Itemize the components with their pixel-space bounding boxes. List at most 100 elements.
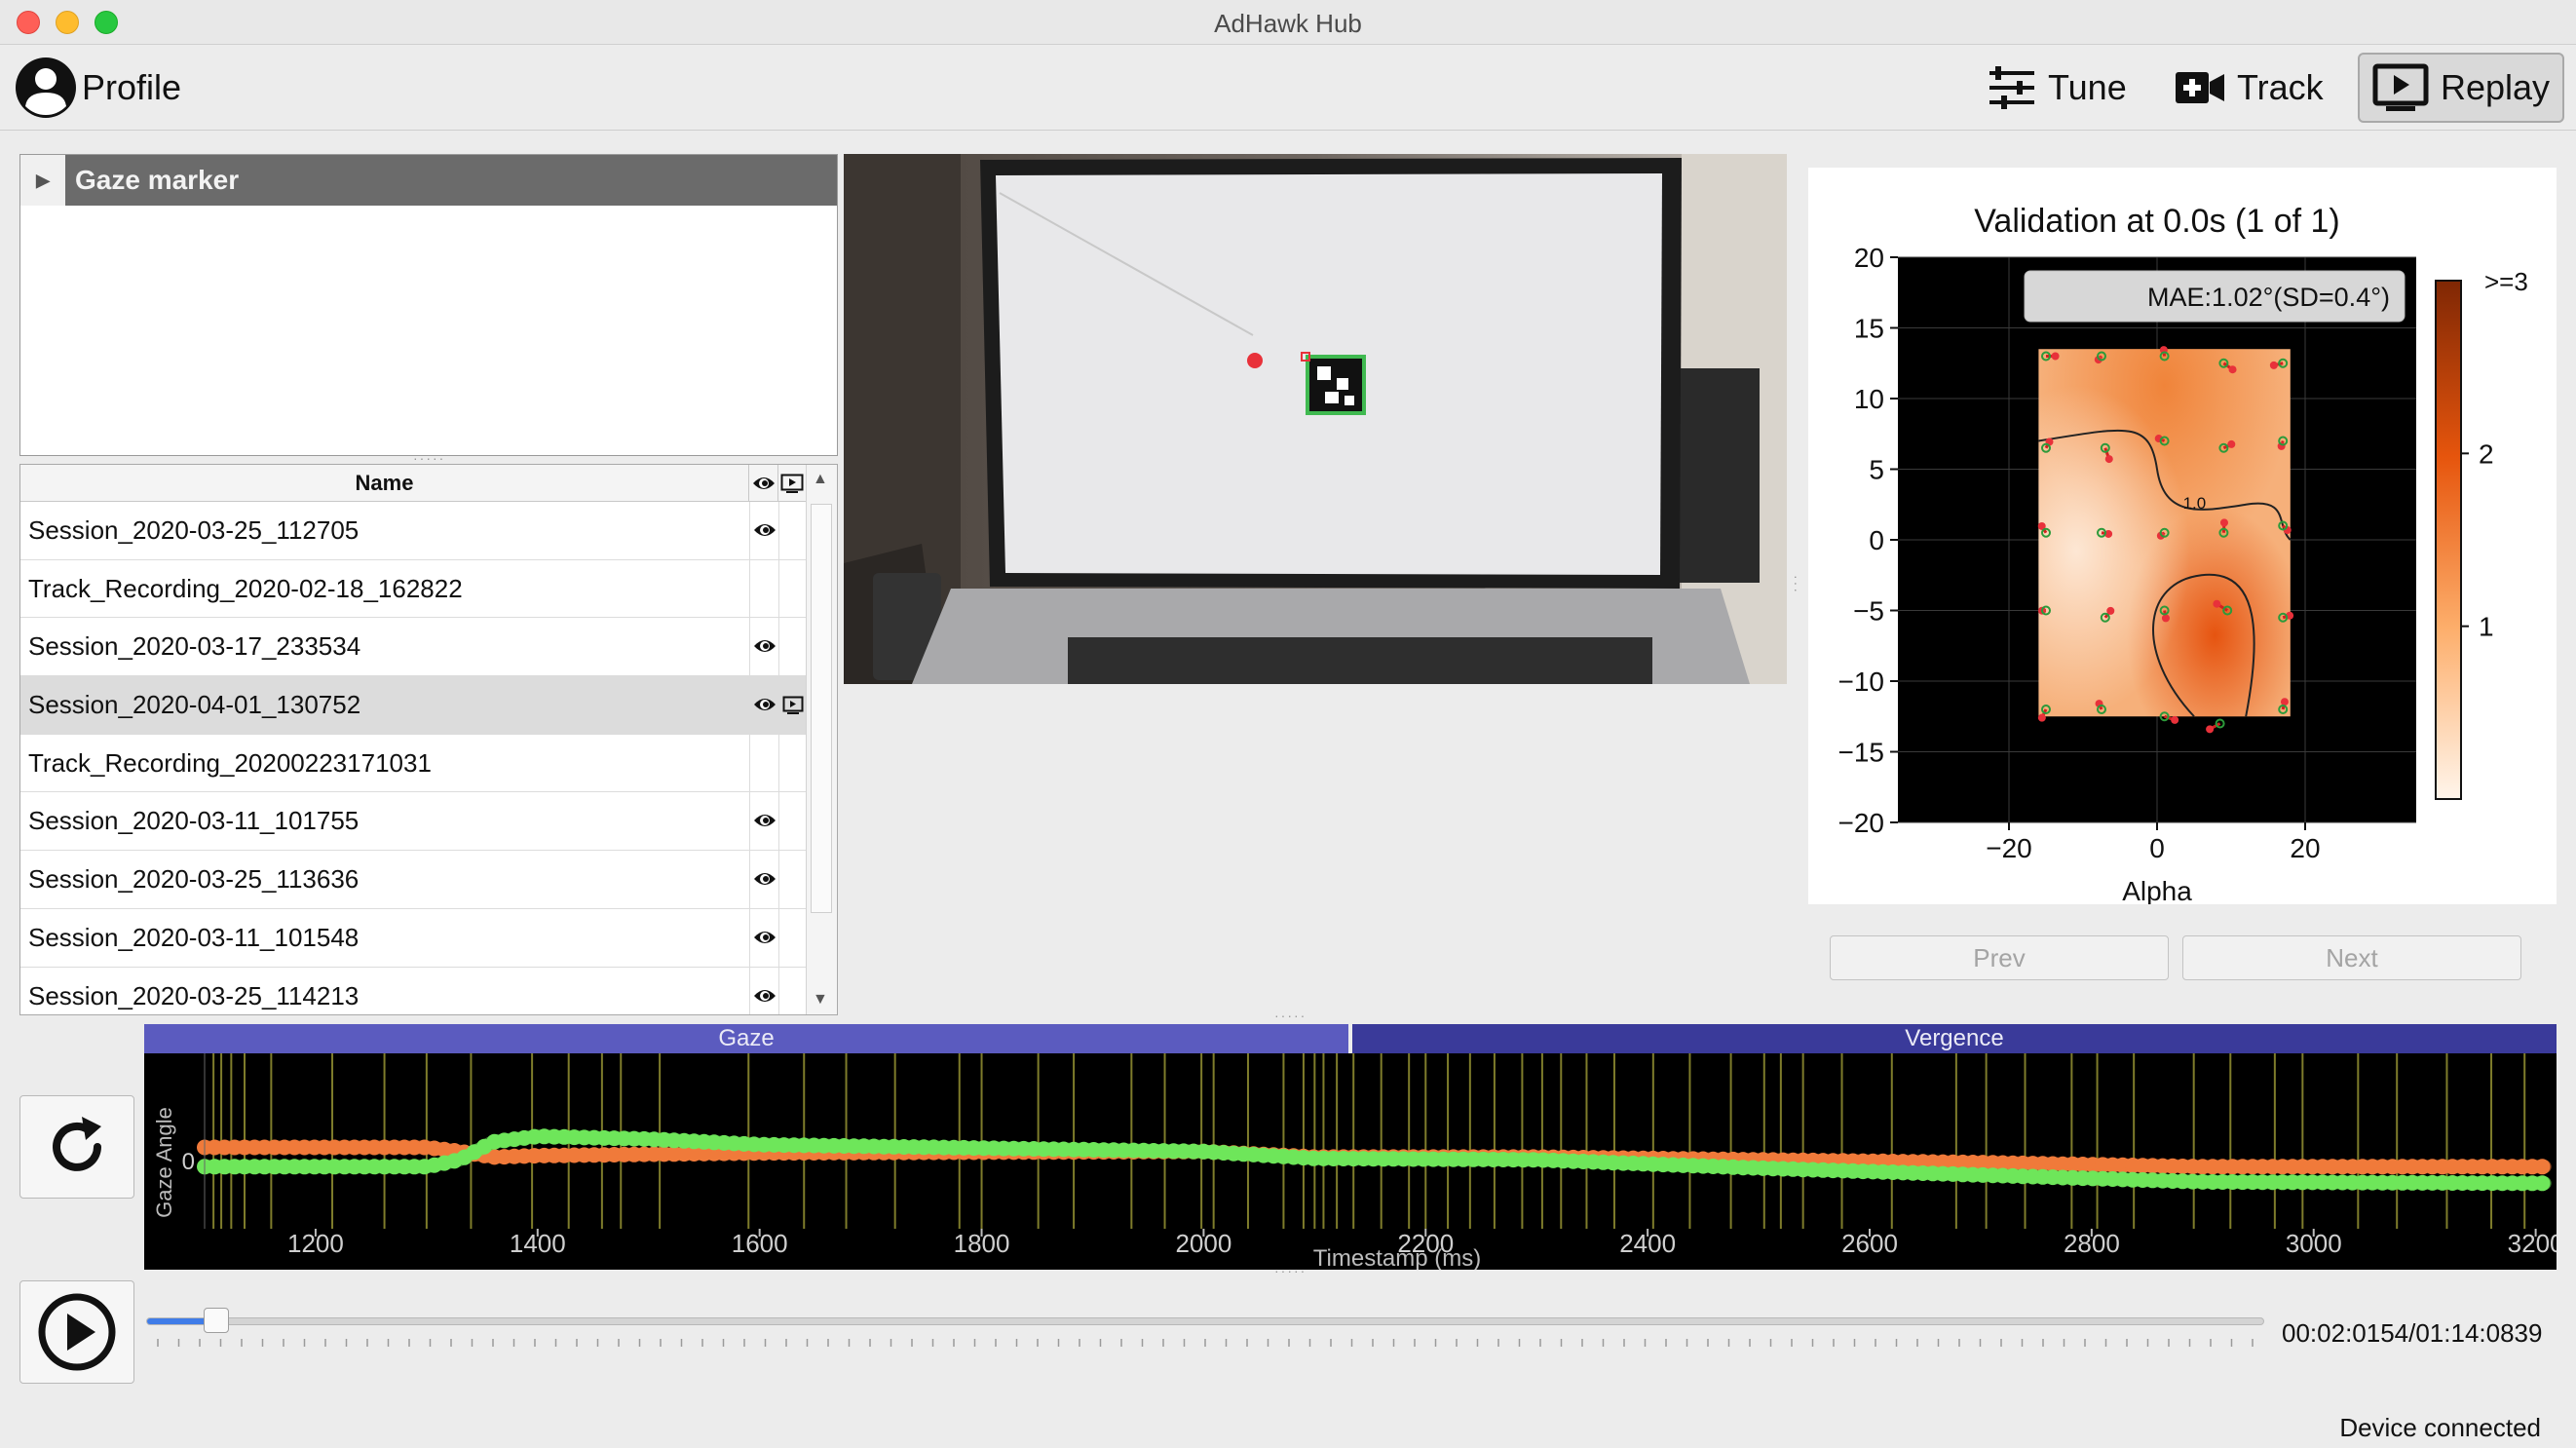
track-label: Track bbox=[2237, 67, 2324, 107]
column-header-eye[interactable] bbox=[749, 465, 778, 502]
session-name: Track_Recording_20200223171031 bbox=[28, 747, 432, 778]
table-row[interactable]: Session_2020-03-17_233534 bbox=[20, 618, 806, 677]
playback-slider-thumb[interactable] bbox=[203, 1308, 229, 1333]
splitter-handle[interactable]: ··· bbox=[1789, 575, 1804, 594]
table-row[interactable]: Session_2020-03-25_113636 bbox=[20, 851, 806, 909]
replay-button[interactable]: Replay bbox=[2358, 53, 2564, 123]
playback-time: 00:02:0154/01:14:0839 bbox=[2282, 1318, 2543, 1348]
table-row[interactable]: Track_Recording_2020-02-18_162822 bbox=[20, 559, 806, 619]
table-header: Name bbox=[20, 465, 806, 502]
y-tick-label: −20 bbox=[1838, 808, 1885, 838]
title-bar: AdHawk Hub bbox=[0, 0, 2576, 45]
y-tick-label: 15 bbox=[1854, 314, 1884, 344]
y-tick-label: −5 bbox=[1853, 596, 1884, 627]
x-tick-label: 3200 bbox=[2508, 1229, 2557, 1258]
y-tick-label: 0 bbox=[182, 1149, 195, 1175]
playback-slider-track[interactable] bbox=[146, 1317, 2264, 1325]
eye-icon[interactable] bbox=[753, 636, 777, 661]
replay-label: Replay bbox=[2440, 67, 2551, 107]
play-circle-icon bbox=[38, 1293, 116, 1371]
profile-label: Profile bbox=[82, 67, 182, 107]
tree-item-label: Gaze marker bbox=[75, 165, 240, 195]
table-row[interactable]: Session_2020-03-11_101755 bbox=[20, 792, 806, 852]
splitter-handle[interactable]: ····· bbox=[1274, 1008, 1307, 1023]
eye-icon[interactable] bbox=[753, 986, 777, 1010]
user-avatar-icon bbox=[16, 57, 76, 118]
sliders-icon bbox=[1989, 66, 2034, 109]
scrollbar-thumb[interactable] bbox=[811, 504, 832, 913]
data-point bbox=[2534, 1159, 2551, 1175]
data-point bbox=[2534, 1175, 2551, 1192]
video-add-icon bbox=[2176, 72, 2224, 103]
colorbar-top-label: >=3 bbox=[2484, 267, 2528, 296]
eye-icon[interactable] bbox=[753, 811, 777, 835]
column-header-replay[interactable] bbox=[778, 465, 806, 502]
validation-plot: Validation at 0.0s (1 of 1) 1.0 −20 0 20 2… bbox=[1838, 203, 2528, 906]
tree-item-gaze-marker[interactable]: ▶ Gaze marker bbox=[20, 155, 837, 206]
table-row[interactable]: Session_2020-03-11_101548 bbox=[20, 908, 806, 968]
colorbar-ticks: 12 bbox=[2461, 438, 2494, 642]
toolbar: Profile Tune Track Replay bbox=[0, 45, 2576, 131]
column-header-name[interactable]: Name bbox=[20, 465, 749, 502]
table-row[interactable]: Track_Recording_20200223171031 bbox=[20, 734, 806, 793]
eye-icon[interactable] bbox=[753, 869, 777, 894]
play-screen-icon[interactable] bbox=[782, 696, 804, 720]
x-tick-label: 1200 bbox=[287, 1229, 344, 1258]
scroll-up-arrow-icon[interactable]: ▲ bbox=[813, 471, 828, 488]
x-axis-ticks: −20 0 20 bbox=[1986, 822, 2321, 863]
next-validation-button[interactable]: Next bbox=[2182, 935, 2521, 980]
y-axis-label: Gaze Angle bbox=[152, 1107, 176, 1218]
colorbar bbox=[2435, 280, 2462, 800]
eye-icon[interactable] bbox=[753, 695, 777, 719]
playback-slider-ticks bbox=[157, 1339, 2254, 1347]
x-tick-label: 2000 bbox=[1175, 1229, 1231, 1258]
colorbar-tick-label: 2 bbox=[2479, 438, 2494, 469]
contour-label: 1.0 bbox=[2183, 494, 2207, 513]
x-tick-label: −20 bbox=[1986, 833, 2032, 863]
x-tick-label: 2800 bbox=[2064, 1229, 2120, 1258]
x-tick-label: 3000 bbox=[2286, 1229, 2342, 1258]
refresh-button[interactable] bbox=[19, 1095, 134, 1199]
x-tick-label: 2600 bbox=[1841, 1229, 1898, 1258]
scene-camera-view bbox=[844, 154, 1787, 684]
colorbar-tick-label: 1 bbox=[2479, 612, 2494, 642]
validation-chart: Validation at 0.0s (1 of 1) 1.0 −20 0 20 2… bbox=[1808, 168, 2557, 906]
eye-icon[interactable] bbox=[753, 520, 777, 545]
y-tick-label: 5 bbox=[1869, 455, 1884, 485]
x-tick-label: 1600 bbox=[732, 1229, 788, 1258]
prev-validation-button[interactable]: Prev bbox=[1830, 935, 2169, 980]
gaze-timeline-chart: 1200 1400 1600 1800 2000 2200 2400 2600 2800 3000… bbox=[144, 1053, 2557, 1270]
tune-button[interactable]: Tune bbox=[1980, 53, 2135, 123]
session-name: Session_2020-03-25_112705 bbox=[28, 515, 360, 545]
x-tick-label: 0 bbox=[2149, 833, 2165, 863]
x-axis-label: Alpha bbox=[2122, 876, 2192, 904]
timeline-plot: 1200 1400 1600 1800 2000 2200 2400 2600 2800 3000… bbox=[144, 1053, 2557, 1270]
tab-vergence[interactable]: Vergence bbox=[1352, 1024, 2557, 1053]
table-row[interactable]: Session_2020-03-25_114213 bbox=[20, 967, 806, 1014]
session-name: Session_2020-04-01_130752 bbox=[28, 690, 361, 720]
tab-gaze[interactable]: Gaze bbox=[144, 1024, 1348, 1053]
overlay-tree: ▶ Gaze marker bbox=[19, 154, 838, 456]
eye-icon[interactable] bbox=[753, 928, 777, 952]
profile-button[interactable]: Profile bbox=[14, 55, 181, 121]
refresh-icon bbox=[53, 1117, 101, 1171]
x-axis-label: Timestamp (ms) bbox=[1313, 1245, 1481, 1270]
session-name: Track_Recording_2020-02-18_162822 bbox=[28, 573, 463, 603]
tune-label: Tune bbox=[2048, 67, 2127, 107]
y-tick-label: −15 bbox=[1838, 738, 1885, 768]
table-scrollbar[interactable]: ▲ ▼ bbox=[806, 465, 837, 1014]
y-tick-label: −10 bbox=[1838, 667, 1885, 697]
play-button[interactable] bbox=[19, 1280, 134, 1384]
session-name: Session_2020-03-11_101548 bbox=[28, 922, 360, 952]
track-button[interactable]: Track bbox=[2167, 53, 2331, 123]
mae-annotation: MAE:1.02°(SD=0.4°) bbox=[2147, 283, 2390, 312]
scroll-down-arrow-icon[interactable]: ▼ bbox=[813, 991, 828, 1009]
splitter-handle[interactable]: ····· bbox=[1274, 1263, 1307, 1278]
y-axis-ticks: 20 15 10 5 0 −5 −10 −15 −20 bbox=[1838, 243, 1898, 838]
table-row[interactable]: Session_2020-04-01_130752 bbox=[20, 676, 806, 735]
y-tick-label: 0 bbox=[1869, 525, 1884, 555]
chart-title: Validation at 0.0s (1 of 1) bbox=[1974, 203, 2339, 240]
expand-arrow-icon[interactable]: ▶ bbox=[20, 155, 65, 206]
table-body: Session_2020-03-25_112705 Track_Recording… bbox=[20, 502, 806, 1014]
table-row[interactable]: Session_2020-03-25_112705 bbox=[20, 502, 806, 560]
